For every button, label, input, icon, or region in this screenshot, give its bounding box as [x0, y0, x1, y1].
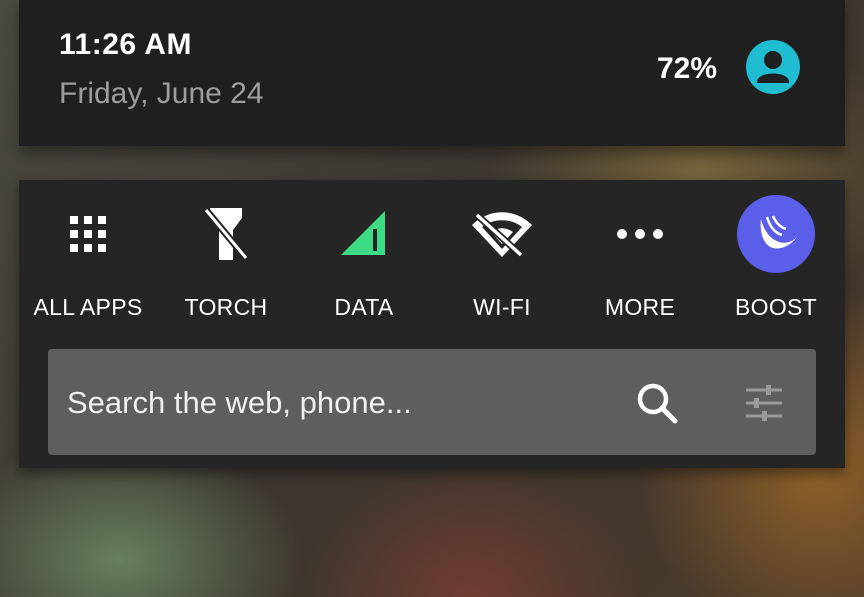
- more-horizontal-icon: [600, 194, 680, 274]
- all-apps-label: ALL APPS: [33, 294, 143, 320]
- wifi-label: WI-FI: [473, 294, 531, 320]
- search-input[interactable]: Search the web, phone...: [67, 385, 607, 421]
- grid-icon: [48, 194, 128, 274]
- account-circle-icon: [746, 40, 800, 94]
- data-label: DATA: [334, 294, 394, 320]
- battery-percentage: 72%: [656, 52, 717, 85]
- account-avatar-button[interactable]: [746, 40, 800, 94]
- more-label: MORE: [604, 294, 676, 320]
- search-bar[interactable]: Search the web, phone...: [48, 349, 816, 455]
- cellular-signal-icon: [324, 194, 404, 274]
- flashlight-off-icon: [186, 194, 266, 274]
- tune-sliders-icon[interactable]: [744, 385, 784, 421]
- date-label: Friday, June 24: [59, 77, 264, 110]
- quick-panel-card: ALL APPS TORCH DATA WI-FI MORE BOOST Sea…: [19, 180, 845, 468]
- search-icon[interactable]: [636, 382, 678, 424]
- wifi-button[interactable]: WI-FI: [433, 194, 571, 334]
- boost-label: BOOST: [734, 294, 817, 320]
- torch-button[interactable]: TORCH: [157, 194, 295, 334]
- status-header-card: 11:26 AM Friday, June 24 72%: [19, 0, 845, 146]
- wifi-off-icon: [462, 194, 542, 274]
- boost-bird-icon: [736, 194, 816, 274]
- torch-label: TORCH: [184, 294, 268, 320]
- data-button[interactable]: DATA: [295, 194, 433, 334]
- quick-actions-row: ALL APPS TORCH DATA WI-FI MORE BOOST: [19, 180, 845, 340]
- clock-time: 11:26 AM: [59, 28, 192, 61]
- more-button[interactable]: MORE: [571, 194, 709, 334]
- boost-button[interactable]: BOOST: [707, 194, 845, 334]
- all-apps-button[interactable]: ALL APPS: [19, 194, 157, 334]
